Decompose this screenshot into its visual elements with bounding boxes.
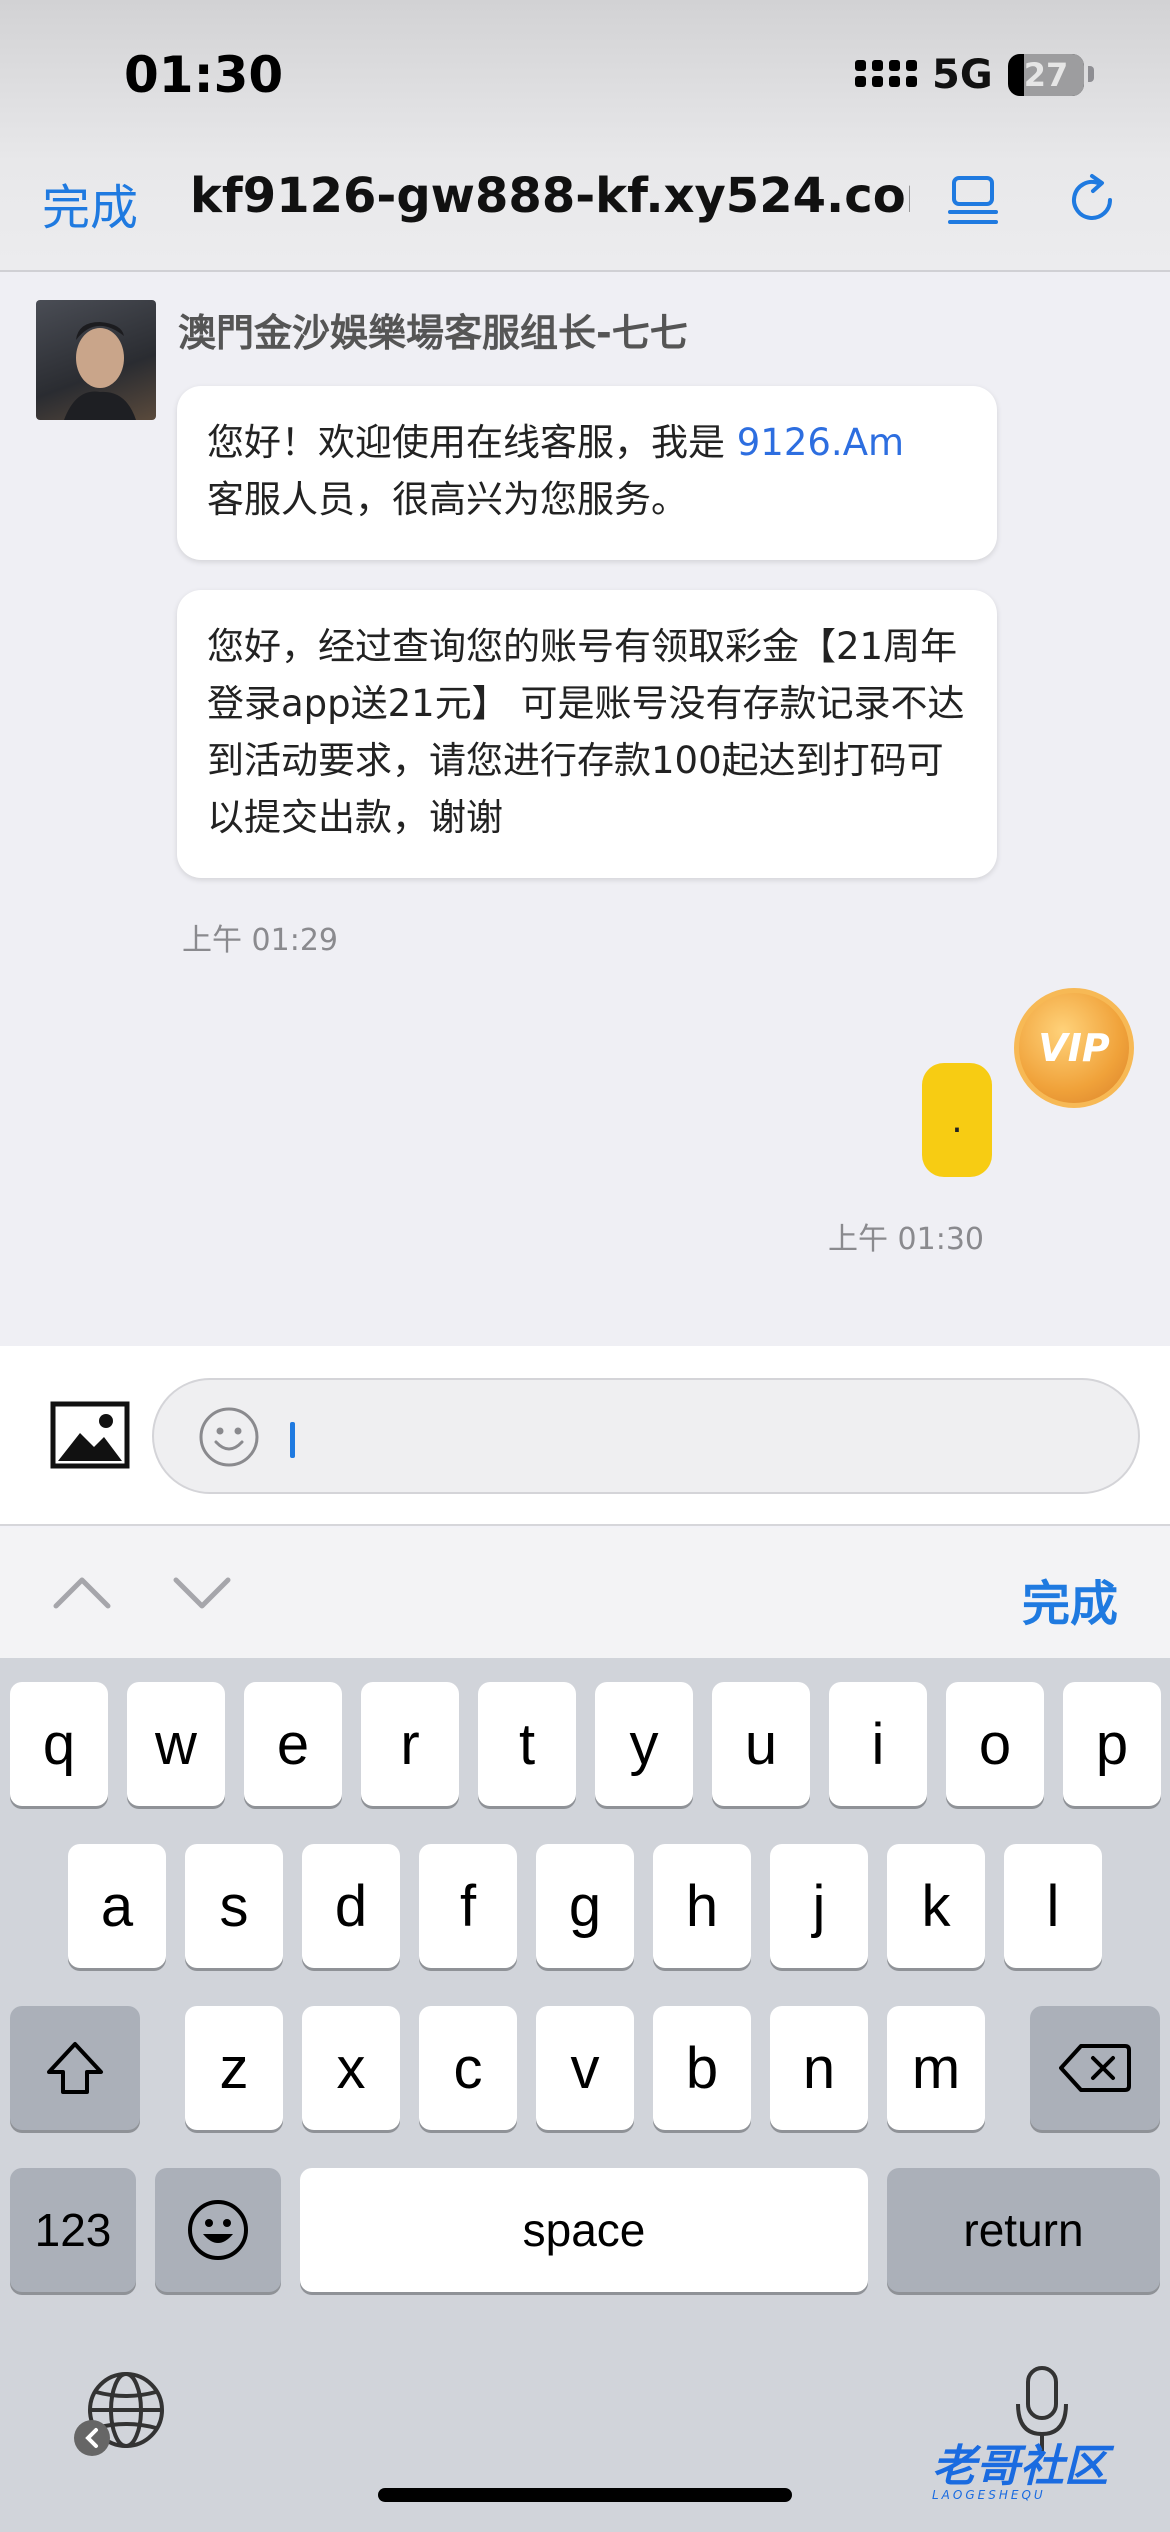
key-u[interactable]: u	[712, 1682, 810, 1806]
key-l[interactable]: l	[1004, 1844, 1102, 1968]
key-a[interactable]: a	[68, 1844, 166, 1968]
key-b[interactable]: b	[653, 2006, 751, 2130]
key-h[interactable]: h	[653, 1844, 751, 1968]
cellular-signal-icon	[855, 60, 917, 71]
image-upload-icon[interactable]	[50, 1401, 130, 1469]
battery-icon: 27	[1008, 54, 1084, 96]
agent-name: 澳門金沙娛樂場客服组长-七七	[178, 311, 688, 355]
watermark-logo: 老哥社区 LAOGESHEQU	[932, 2430, 1108, 2502]
message-text: 您好！欢迎使用在线客服，我是	[207, 421, 737, 464]
emoji-icon[interactable]	[198, 1406, 260, 1468]
agent-message-bubble: 您好！欢迎使用在线客服，我是 9126.Am 客服人员，很高兴为您服务。	[177, 386, 997, 560]
url-address[interactable]: kf9126-gw888-kf.xy524.com	[190, 168, 910, 224]
key-r[interactable]: r	[361, 1682, 459, 1806]
key-x[interactable]: x	[302, 2006, 400, 2130]
keyboard: q w e r t y u i o p a s d f g h j k l z …	[0, 1658, 1170, 2532]
reader-mode-icon[interactable]	[944, 170, 1004, 230]
key-c[interactable]: c	[419, 2006, 517, 2130]
message-input-bar	[0, 1346, 1170, 1526]
agent-avatar	[36, 300, 156, 420]
shift-icon	[47, 2042, 103, 2094]
battery-level: 27	[1023, 56, 1069, 94]
emoji-keyboard-icon	[188, 2200, 248, 2260]
message-link[interactable]: 9126.Am	[737, 421, 904, 464]
key-e[interactable]: e	[244, 1682, 342, 1806]
key-g[interactable]: g	[536, 1844, 634, 1968]
numbers-key[interactable]: 123	[10, 2168, 136, 2292]
key-j[interactable]: j	[770, 1844, 868, 1968]
return-key[interactable]: return	[887, 2168, 1160, 2292]
agent-message-bubble: 您好，经过查询您的账号有领取彩金【21周年登录app送21元】 可是账号没有存款…	[177, 590, 997, 878]
key-p[interactable]: p	[1063, 1682, 1161, 1806]
key-m[interactable]: m	[887, 2006, 985, 2130]
key-z[interactable]: z	[185, 2006, 283, 2130]
shift-key[interactable]	[10, 2006, 140, 2130]
globe-icon[interactable]	[70, 2368, 170, 2458]
key-v[interactable]: v	[536, 2006, 634, 2130]
key-d[interactable]: d	[302, 1844, 400, 1968]
chevron-down-icon[interactable]	[172, 1568, 232, 1618]
space-key[interactable]: space	[300, 2168, 868, 2292]
key-q[interactable]: q	[10, 1682, 108, 1806]
watermark-text: 老哥社区	[932, 2441, 1108, 2492]
user-message-bubble: .	[922, 1063, 992, 1177]
key-i[interactable]: i	[829, 1682, 927, 1806]
home-indicator	[378, 2488, 792, 2502]
key-f[interactable]: f	[419, 1844, 517, 1968]
reload-icon[interactable]	[1062, 170, 1122, 230]
accessory-done-button[interactable]: 完成	[1022, 1564, 1118, 1634]
message-input[interactable]	[152, 1378, 1140, 1494]
agent-timestamp: 上午 01:29	[182, 923, 338, 958]
backspace-icon	[1059, 2044, 1131, 2092]
key-s[interactable]: s	[185, 1844, 283, 1968]
browser-top-bar: 01:30 5G 27 完成 kf9126-gw888-kf.xy524.com	[0, 0, 1170, 272]
user-timestamp: 上午 01:30	[828, 1222, 984, 1257]
emoji-key[interactable]	[155, 2168, 281, 2292]
done-button[interactable]: 完成	[42, 168, 138, 238]
key-t[interactable]: t	[478, 1682, 576, 1806]
chevron-up-icon[interactable]	[52, 1568, 112, 1618]
battery-cap	[1088, 66, 1094, 82]
message-text: 您好，经过查询您的账号有领取彩金【21周年登录app送21元】 可是账号没有存款…	[207, 625, 965, 839]
vip-badge-icon: VIP	[1014, 988, 1134, 1108]
message-text: 客服人员，很高兴为您服务。	[207, 478, 688, 521]
key-o[interactable]: o	[946, 1682, 1044, 1806]
key-y[interactable]: y	[595, 1682, 693, 1806]
key-k[interactable]: k	[887, 1844, 985, 1968]
key-n[interactable]: n	[770, 2006, 868, 2130]
keyboard-accessory-bar: 完成	[0, 1528, 1170, 1658]
text-caret	[290, 1422, 295, 1458]
backspace-key[interactable]	[1030, 2006, 1160, 2130]
status-time: 01:30	[124, 46, 284, 104]
network-type: 5G	[932, 52, 993, 98]
key-w[interactable]: w	[127, 1682, 225, 1806]
